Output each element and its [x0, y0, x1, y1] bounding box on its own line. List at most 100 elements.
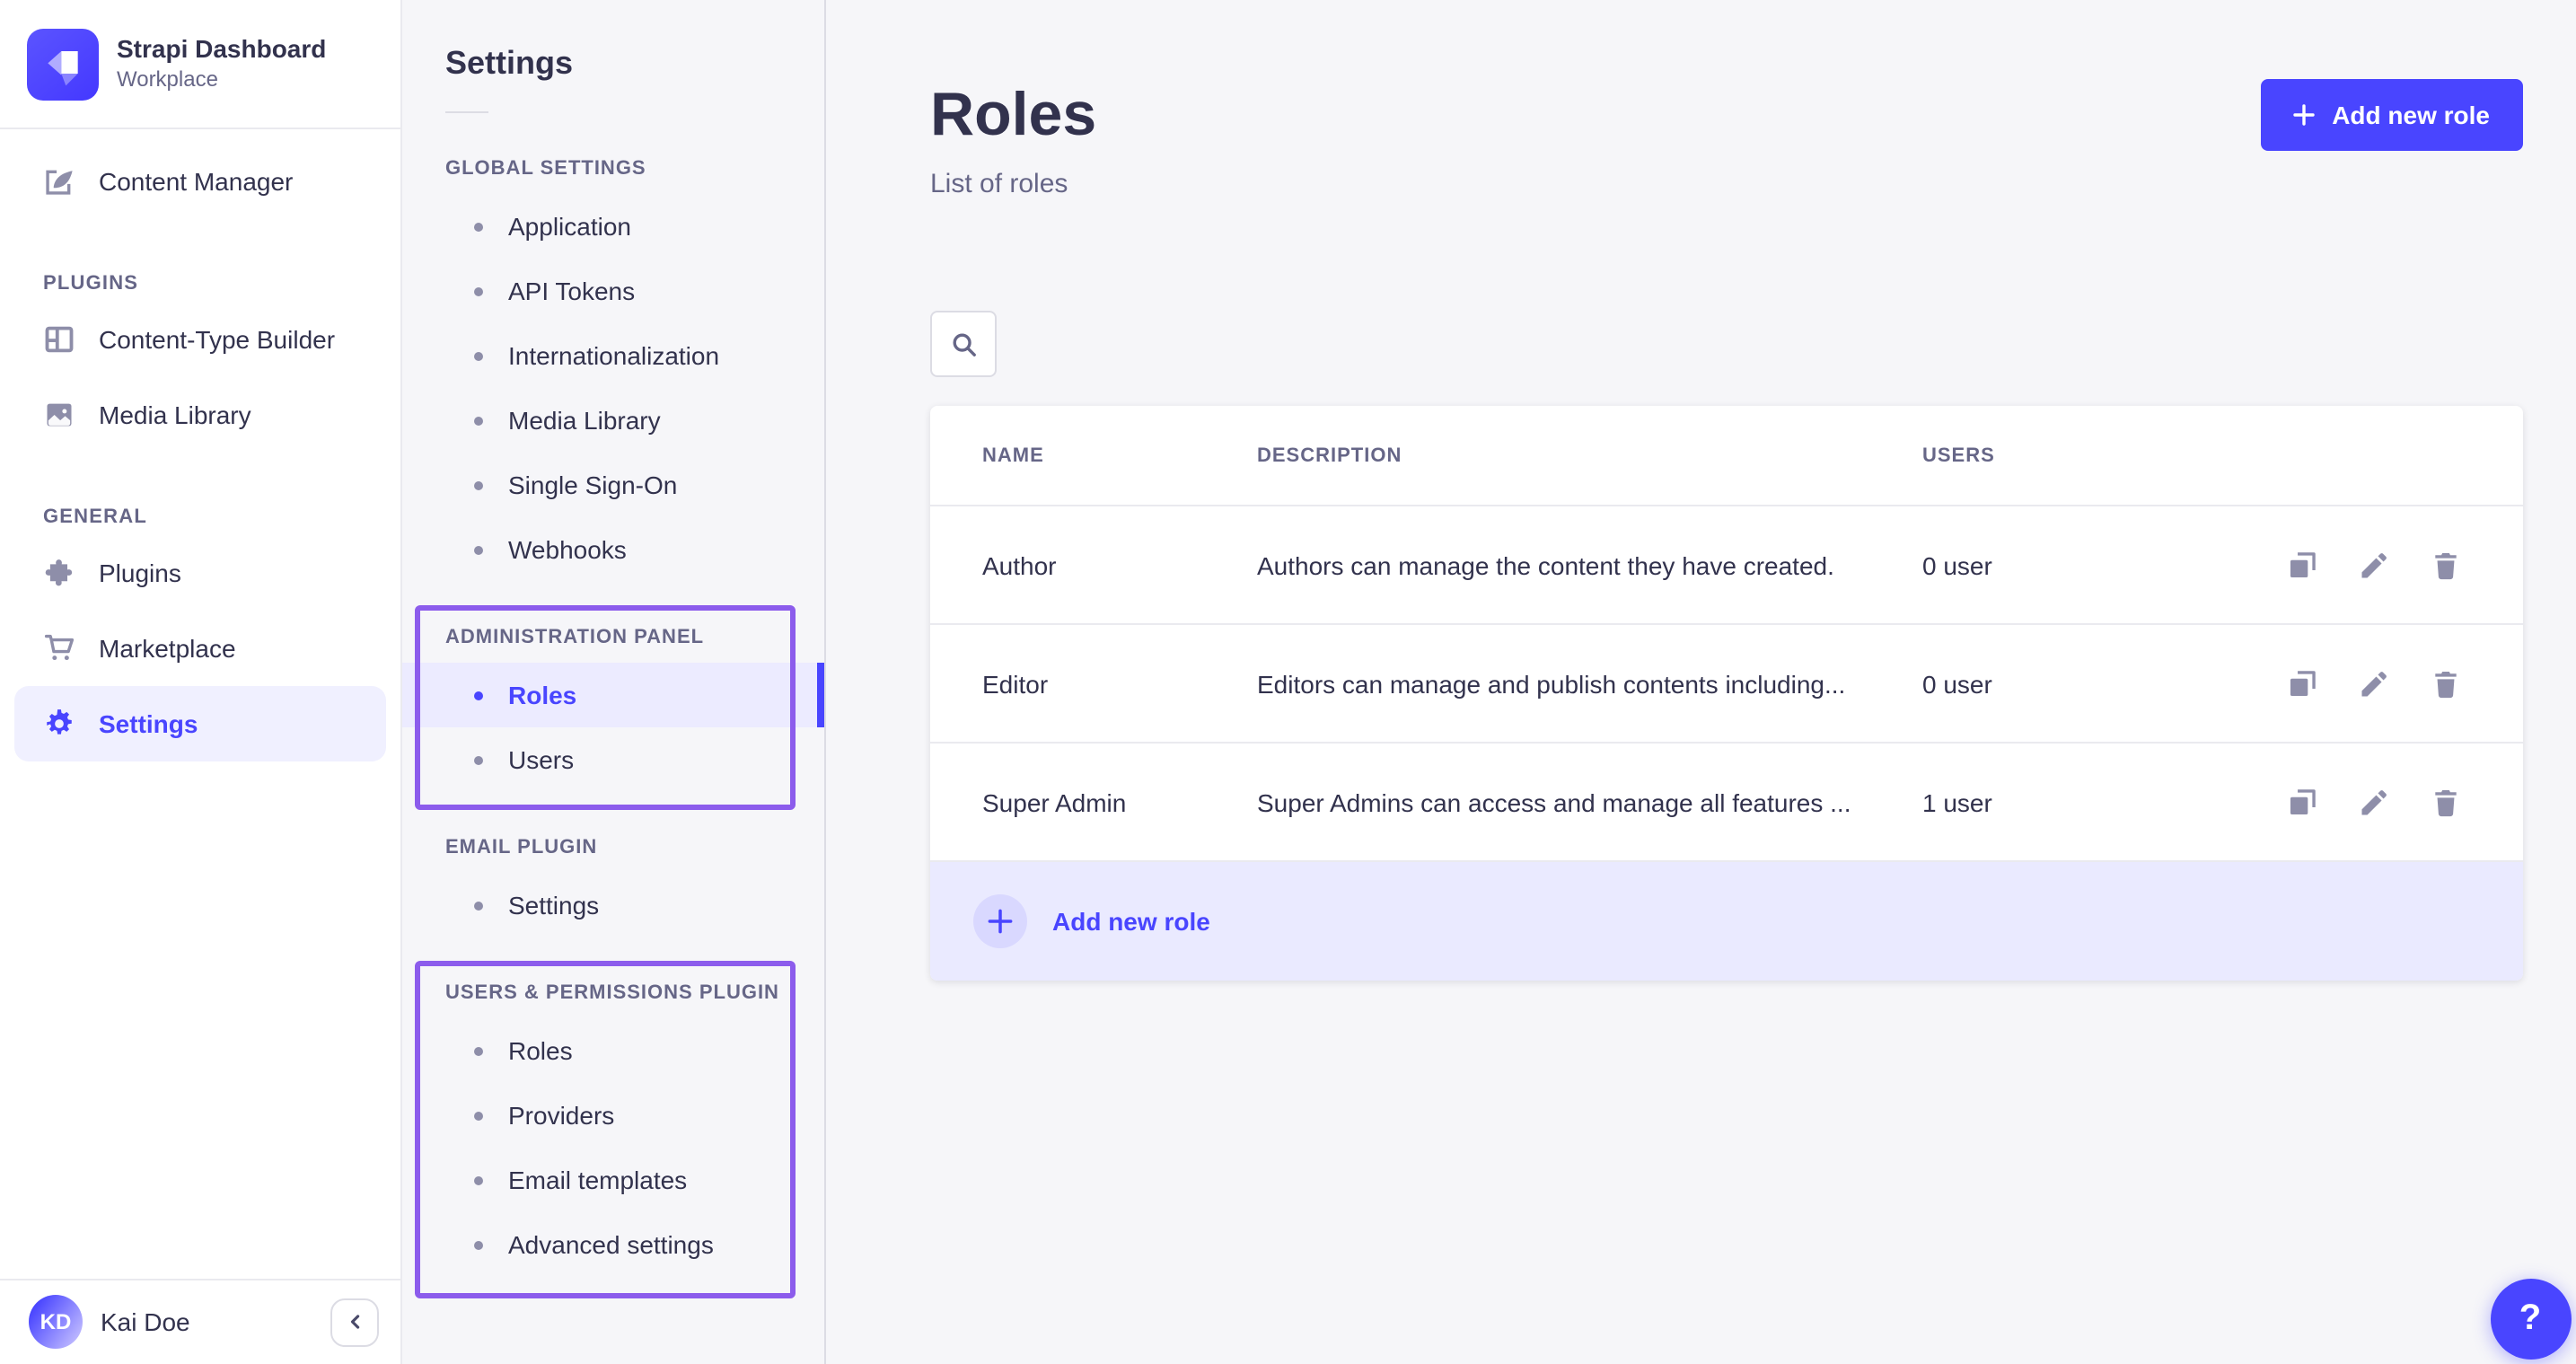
subnav-item-label: Settings	[508, 891, 599, 920]
bullet-icon	[474, 1111, 483, 1120]
bullet-icon	[474, 1046, 483, 1055]
subnav-item-label: Application	[508, 212, 631, 241]
add-new-role-row-label: Add new role	[1052, 907, 1210, 936]
add-new-role-button[interactable]: Add new role	[2260, 79, 2522, 151]
sidebar-footer: KD Kai Doe	[0, 1278, 400, 1364]
subnav-item-api-tokens[interactable]: API Tokens	[402, 259, 824, 323]
subnav-item-label: Providers	[508, 1101, 614, 1130]
table-header-row: NAME DESCRIPTION USERS	[930, 406, 2522, 506]
edit-role-button[interactable]	[2357, 667, 2389, 700]
bullet-icon	[474, 222, 483, 231]
roles-table: NAME DESCRIPTION USERS Author Authors ca…	[930, 406, 2522, 981]
subnav-section-email-plugin: EMAIL PLUGIN	[445, 837, 781, 862]
bullet-icon	[474, 691, 483, 700]
collapse-sidebar-button[interactable]	[330, 1298, 379, 1346]
edit-role-button[interactable]	[2357, 549, 2389, 581]
subnav-item-media-library[interactable]: Media Library	[402, 388, 824, 453]
role-description: Editors can manage and publish contents …	[1257, 669, 1922, 698]
subnav-item-label: Internationalization	[508, 341, 719, 370]
sidebar-item-plugins[interactable]: Plugins	[0, 535, 400, 611]
page-subtitle: List of roles	[930, 169, 1096, 199]
duplicate-icon	[2285, 786, 2317, 818]
bullet-icon	[474, 545, 483, 554]
subnav-item-internationalization[interactable]: Internationalization	[402, 323, 824, 388]
layout-grid-icon	[43, 323, 75, 356]
subnav-item-admin-users[interactable]: Users	[402, 727, 824, 792]
divider	[445, 111, 488, 113]
bullet-icon	[474, 1240, 483, 1249]
subnav-item-label: Webhooks	[508, 535, 627, 564]
sidebar-section-general: GENERAL	[43, 506, 357, 528]
subnav-section-users-permissions-plugin: USERS & PERMISSIONS PLUGIN	[445, 982, 781, 1008]
trash-icon	[2429, 667, 2461, 700]
subnav-item-label: Roles	[508, 1036, 573, 1065]
sidebar-item-label: Plugins	[99, 559, 181, 587]
sidebar-section-plugins: PLUGINS	[43, 273, 357, 295]
app-title: Strapi Dashboard	[117, 34, 326, 65]
avatar[interactable]: KD	[29, 1295, 83, 1349]
workspace-switcher[interactable]: Strapi Dashboard Workplace	[0, 0, 400, 129]
table-row[interactable]: Author Authors can manage the content th…	[930, 506, 2522, 625]
bullet-icon	[474, 1175, 483, 1184]
subnav-item-up-advanced-settings[interactable]: Advanced settings	[402, 1212, 824, 1277]
plus-circle-icon	[973, 894, 1027, 948]
subnav-item-up-roles[interactable]: Roles	[402, 1018, 824, 1083]
edit-pencil-icon	[2357, 786, 2389, 818]
subnav-item-label: Media Library	[508, 406, 661, 435]
subnav-item-label: API Tokens	[508, 277, 635, 305]
sidebar-item-label: Media Library	[99, 400, 251, 429]
subnav-item-single-sign-on[interactable]: Single Sign-On	[402, 453, 824, 517]
sidebar-item-content-type-builder[interactable]: Content-Type Builder	[0, 302, 400, 377]
sidebar-item-settings[interactable]: Settings	[14, 686, 386, 761]
search-button[interactable]	[930, 311, 997, 377]
add-new-role-row[interactable]: Add new role	[930, 862, 2522, 981]
delete-role-button[interactable]	[2429, 667, 2461, 700]
role-name: Author	[982, 550, 1257, 579]
help-button[interactable]: ?	[2490, 1278, 2571, 1359]
sidebar-item-label: Content Manager	[99, 167, 293, 196]
bullet-icon	[474, 286, 483, 295]
main-sidebar: Strapi Dashboard Workplace Content Manag…	[0, 0, 402, 1364]
strapi-logo-icon	[27, 28, 99, 100]
subnav-item-application[interactable]: Application	[402, 194, 824, 259]
search-icon	[949, 330, 978, 358]
subnav-item-up-email-templates[interactable]: Email templates	[402, 1148, 824, 1212]
edit-pencil-icon	[2357, 667, 2389, 700]
subnav-item-admin-roles[interactable]: Roles	[402, 663, 824, 727]
user-name: Kai Doe	[101, 1307, 312, 1336]
edit-role-button[interactable]	[2357, 786, 2389, 818]
subnav-title: Settings	[445, 43, 824, 83]
role-description: Authors can manage the content they have…	[1257, 550, 1922, 579]
subnav-item-label: Advanced settings	[508, 1230, 714, 1259]
duplicate-role-button[interactable]	[2285, 549, 2317, 581]
sidebar-item-label: Marketplace	[99, 634, 236, 663]
table-row[interactable]: Super Admin Super Admins can access and …	[930, 744, 2522, 862]
plus-icon	[2292, 104, 2314, 126]
duplicate-role-button[interactable]	[2285, 786, 2317, 818]
gear-icon	[43, 708, 75, 740]
sidebar-item-marketplace[interactable]: Marketplace	[0, 611, 400, 686]
subnav-item-up-providers[interactable]: Providers	[402, 1083, 824, 1148]
subnav-section-administration-panel: ADMINISTRATION PANEL	[445, 627, 781, 652]
table-row[interactable]: Editor Editors can manage and publish co…	[930, 625, 2522, 744]
role-description: Super Admins can access and manage all f…	[1257, 788, 1922, 816]
primary-nav: Content Manager PLUGINS Content-Type Bui…	[0, 129, 400, 761]
chevron-left-icon	[342, 1309, 367, 1334]
feather-pen-icon	[43, 165, 75, 198]
workspace-name: Workplace	[117, 66, 326, 93]
subnav-item-email-settings[interactable]: Settings	[402, 873, 824, 937]
delete-role-button[interactable]	[2429, 549, 2461, 581]
subnav-item-label: Users	[508, 745, 574, 774]
bullet-icon	[474, 351, 483, 360]
sidebar-item-label: Content-Type Builder	[99, 325, 335, 354]
app-window: Strapi Dashboard Workplace Content Manag…	[0, 0, 2576, 1364]
role-users-count: 0 user	[1922, 669, 2228, 698]
delete-role-button[interactable]	[2429, 786, 2461, 818]
duplicate-role-button[interactable]	[2285, 667, 2317, 700]
settings-subnav: Settings GLOBAL SETTINGS Application API…	[402, 0, 826, 1364]
role-name: Super Admin	[982, 788, 1257, 816]
subnav-item-webhooks[interactable]: Webhooks	[402, 517, 824, 582]
sidebar-item-content-manager[interactable]: Content Manager	[0, 144, 400, 219]
bullet-icon	[474, 416, 483, 425]
sidebar-item-media-library[interactable]: Media Library	[0, 377, 400, 453]
